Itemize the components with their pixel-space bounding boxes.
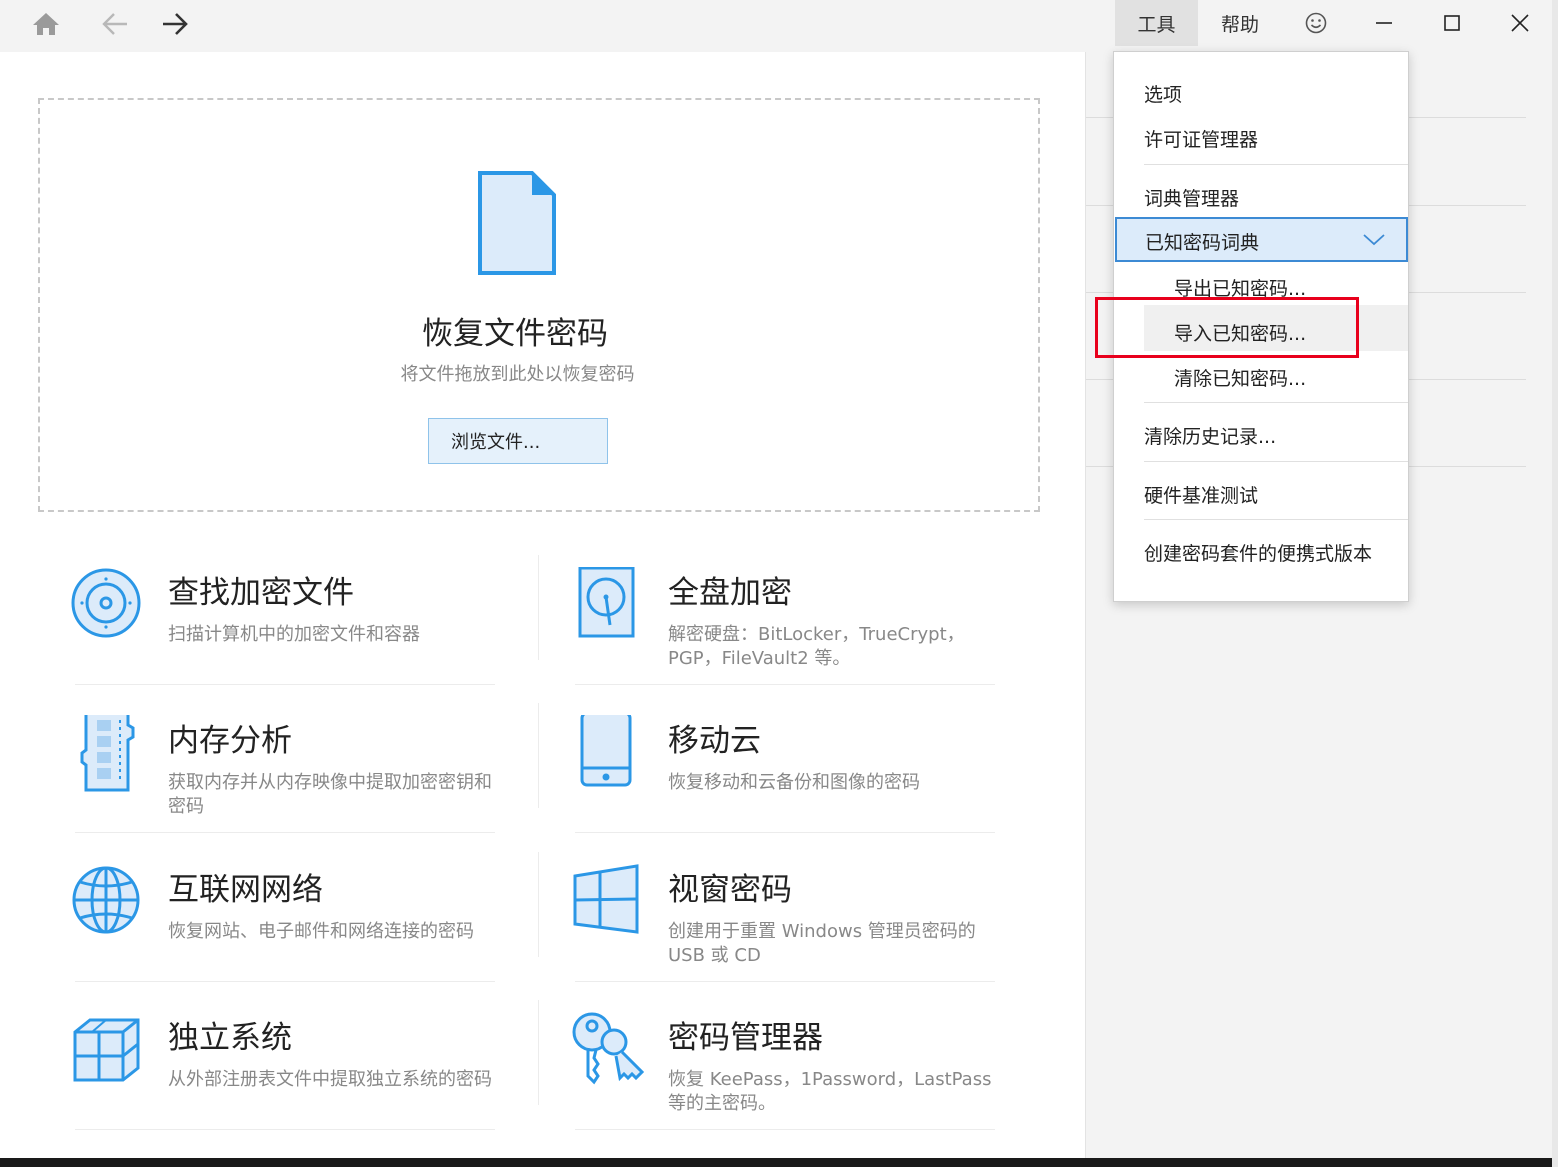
cubes-icon (73, 1018, 140, 1082)
feature-find-encrypted-files[interactable]: 查找加密文件 扫描计算机中的加密文件和容器 (70, 567, 540, 707)
keys-icon (572, 1012, 645, 1085)
title-bar: 工具 帮助 (0, 0, 1552, 52)
feature-windows-password[interactable]: 视窗密码 创建用于重置 Windows 管理员密码的 USB 或 CD (570, 864, 1040, 1004)
close-icon (1511, 14, 1529, 32)
home-button[interactable] (26, 4, 66, 44)
feature-description: 恢复 KeePass，1Password，LastPass 等的主密码。 (668, 1069, 992, 1114)
browse-files-button[interactable]: 浏览文件... (428, 418, 608, 464)
maximize-icon (1444, 15, 1460, 31)
menu-item-known-password-dictionary[interactable]: 已知密码词典 (1115, 217, 1408, 262)
back-arrow-icon (102, 13, 127, 35)
menu-help[interactable]: 帮助 (1200, 0, 1280, 46)
feature-description: 创建用于重置 Windows 管理员密码的 USB 或 CD (668, 921, 976, 966)
back-button[interactable] (95, 4, 135, 44)
feature-description: 解密硬盘：BitLocker，TrueCrypt，PGP，FileVault2 … (668, 624, 965, 669)
globe-icon (72, 866, 140, 934)
minimize-icon (1376, 22, 1392, 24)
menu-item-clear-history[interactable]: 清除历史记录... (1144, 422, 1276, 449)
maximize-button[interactable] (1418, 0, 1486, 46)
menu-separator (1144, 461, 1408, 462)
file-icon (478, 171, 556, 275)
forward-arrow-icon (163, 13, 188, 35)
feature-standalone-system[interactable]: 独立系统 从外部注册表文件中提取独立系统的密码 (70, 1012, 540, 1152)
menu-item-clear-known-passwords[interactable]: 清除已知密码... (1174, 364, 1306, 391)
feature-full-disk-encryption[interactable]: 全盘加密 解密硬盘：BitLocker，TrueCrypt，PGP，FileVa… (570, 567, 1040, 707)
feedback-smiley-icon (1305, 12, 1327, 34)
forward-button[interactable] (155, 4, 195, 44)
disc-search-icon (71, 568, 141, 638)
chevron-down-icon (1363, 234, 1385, 246)
feature-title: 密码管理器 (668, 1020, 823, 1056)
feature-title: 内存分析 (168, 723, 292, 759)
close-button[interactable] (1486, 0, 1552, 46)
feature-mobile-cloud[interactable]: 移动云 恢复移动和云备份和图像的密码 (570, 715, 1040, 855)
menu-item-license-manager[interactable]: 许可证管理器 (1144, 125, 1258, 152)
feature-password-manager[interactable]: 密码管理器 恢复 KeePass，1Password，LastPass 等的主密… (570, 1012, 1040, 1152)
home-icon (33, 13, 59, 35)
menu-separator (1144, 402, 1408, 403)
feature-description: 恢复网站、电子邮件和网络连接的密码 (168, 921, 474, 942)
app-window: 工具 帮助 恢复文件密码 将文件拖放到此处以恢复密码 浏览文件... 查找加密文… (0, 0, 1552, 1158)
minimize-button[interactable] (1350, 0, 1418, 46)
feature-memory-analysis[interactable]: 内存分析 获取内存并从内存映像中提取加密密钥和密码 (70, 715, 540, 855)
drop-zone-subtitle: 将文件拖放到此处以恢复密码 (400, 364, 635, 385)
background-window-edge (1552, 0, 1558, 1167)
menu-item-hardware-benchmark[interactable]: 硬件基准测试 (1144, 481, 1258, 508)
menu-help-label: 帮助 (1220, 13, 1259, 36)
feature-description: 从外部注册表文件中提取独立系统的密码 (168, 1069, 492, 1090)
feature-title: 互联网网络 (168, 872, 323, 908)
mobile-phone-icon (580, 715, 632, 787)
menu-item-create-portable-version[interactable]: 创建密码套件的便携式版本 (1144, 539, 1372, 566)
hard-disk-icon (578, 567, 635, 638)
feature-description: 恢复移动和云备份和图像的密码 (668, 772, 920, 793)
menu-tools-label: 工具 (1137, 13, 1176, 36)
feature-title: 独立系统 (168, 1020, 292, 1056)
file-drop-zone[interactable]: 恢复文件密码 将文件拖放到此处以恢复密码 浏览文件... (38, 98, 1040, 512)
feedback-button[interactable] (1282, 0, 1350, 46)
drop-zone-title: 恢复文件密码 (422, 316, 608, 352)
feature-description: 获取内存并从内存映像中提取加密密钥和密码 (168, 772, 492, 817)
menu-item-options[interactable]: 选项 (1144, 80, 1182, 107)
menu-item-known-password-dictionary-label: 已知密码词典 (1145, 232, 1260, 254)
feature-internet-network[interactable]: 互联网网络 恢复网站、电子邮件和网络连接的密码 (70, 864, 540, 1004)
menu-item-dictionary-manager[interactable]: 词典管理器 (1144, 184, 1239, 211)
feature-title: 移动云 (668, 723, 761, 759)
feature-title: 视窗密码 (668, 872, 792, 908)
memory-module-icon (80, 715, 135, 792)
feature-title: 全盘加密 (668, 575, 792, 611)
menu-separator (1144, 519, 1408, 520)
windows-icon (573, 864, 639, 934)
feature-description: 扫描计算机中的加密文件和容器 (168, 624, 420, 645)
menu-tools[interactable]: 工具 (1115, 0, 1198, 46)
menu-separator (1144, 164, 1408, 165)
annotation-highlight-box (1095, 297, 1359, 358)
feature-title: 查找加密文件 (168, 575, 354, 611)
